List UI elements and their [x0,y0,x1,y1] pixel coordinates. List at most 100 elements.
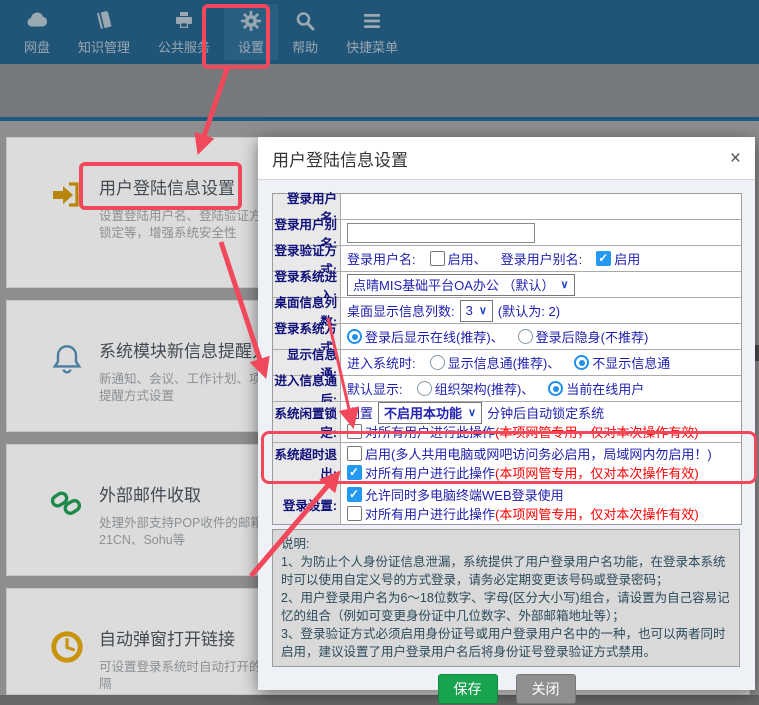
nav-item-help[interactable]: 帮助 [278,4,332,60]
verify-username-checkbox[interactable] [430,251,445,266]
card-desc-line: 设置登陆用户名、登陆验证方式 [99,208,274,225]
nav-label: 知识管理 [78,37,130,56]
visible-online-radio[interactable] [347,329,362,344]
login-apply-all-checkbox[interactable] [347,506,362,521]
nav-label: 设置 [238,37,264,56]
org-structure-radio[interactable] [417,381,432,396]
hide-messenger-radio[interactable] [574,355,589,370]
nav-label: 网盘 [24,37,50,56]
select-value: 点晴MIS基础平台OA办公 （默认） [353,275,555,294]
row-label: 系统超时退出: [273,443,341,483]
idle-minutes-select[interactable]: 不启用本功能 ∨ [378,402,482,424]
idle-apply-all-checkbox[interactable] [347,424,362,439]
printer-icon [172,9,196,33]
nav-item-quick-menu[interactable]: 快捷菜单 [332,4,412,60]
checkbox-label: 对所有用户进行此操作 [365,422,495,441]
checkbox-label: 允许同时多电脑终端WEB登录使用 [365,485,564,504]
card-desc-line: 处理外部支持POP收件的邮箱中 [99,515,275,532]
row-messenger-default: 进入信息通后: 默认显示: 组织架构(推荐)、 当前在线用户 [273,376,741,402]
menu-icon [360,9,384,33]
dialog-title: 用户登陆信息设置 [272,146,408,171]
clock-icon [35,625,99,694]
radio-label: 组织架构(推荐)、 [435,379,535,398]
chevron-down-icon: ∨ [561,278,569,291]
row-label: 进入信息通后: [273,376,341,401]
login-username-value[interactable] [341,194,741,219]
columns-select[interactable]: 3 ∨ [460,300,493,322]
login-settings-form: 登录用户名: 登录用户别名: 登录验证方式: 登录用户名: 启用、 登录用户别名… [272,193,742,525]
verify-alias-checkbox[interactable] [596,251,611,266]
timeout-enable-checkbox[interactable] [347,446,362,461]
screen: 网盘 知识管理 公共服务 设置 帮助 快捷菜单 用户登陆信 [0,0,759,705]
login-alias-input[interactable] [347,223,535,243]
admin-only-note: (本项网管专用，仅对本次操作有效) [495,422,699,441]
prefix-text: 默认显示: [347,379,403,398]
dimmed-toolbar [0,64,759,117]
close-button[interactable]: 关闭 [516,674,576,704]
save-button[interactable]: 保存 [438,674,498,704]
row-idle-lock: 系统闲置锁定: 闲置 不启用本功能 ∨ 分钟后自动锁定系统 对 [273,402,741,443]
entry-system-select[interactable]: 点晴MIS基础平台OA办公 （默认） ∨ [347,274,575,296]
row-verify-mode: 登录验证方式: 登录用户名: 启用、 登录用户别名: 启用 [273,246,741,272]
bell-icon [35,337,99,431]
close-icon[interactable]: × [730,149,741,168]
idle-suffix-text: 分钟后自动锁定系统 [487,403,604,422]
instructions-box: 说明: 1、为防止个人身份证信息泄漏，系统提供了用户登录用户名功能，在登录本系统… [272,529,740,667]
login-arrow-icon [35,174,99,287]
radio-label: 登录后显示在线(推荐)、 [365,327,504,346]
card-desc-line: 21CN、Sohu等 [99,532,275,549]
row-login-alias: 登录用户别名: [273,220,741,246]
idle-text: 闲置 [347,403,373,422]
nav-item-settings[interactable]: 设置 [224,4,278,60]
gear-icon [239,9,263,33]
search-icon [293,9,317,33]
radio-label: 登录后隐身(不推荐) [536,327,649,346]
row-session-timeout: 系统超时退出: 启用(多人共用电脑或网吧访问务必启用，局域网内勿启用！) 对所有… [273,443,741,484]
row-desktop-columns: 桌面信息列数: 桌面显示信息列数: 3 ∨ (默认为: 2) [273,298,741,324]
checkbox-label: 对所有用户进行此操作 [365,463,495,482]
nav-item-knowledge[interactable]: 知识管理 [64,4,144,60]
checkbox-label: 启用(多人共用电脑或网吧访问务必启用，局域网内勿启用！) [365,444,712,463]
row-label: 登录设置: [273,484,341,524]
show-messenger-radio[interactable] [430,355,445,370]
dialog-header: 用户登陆信息设置 × [258,137,755,180]
card-title: 外部邮件收取 [99,481,275,506]
instructions-line: 3、登录验证方式必须启用身份证号或用户登录用户名中的一种，也可以两者同时启用，建… [281,625,731,661]
multi-terminal-checkbox[interactable] [347,487,362,502]
admin-only-note: (本项网管专用，仅对本次操作有效) [495,504,699,523]
nav-item-netdisk[interactable]: 网盘 [10,4,64,60]
radio-label: 显示信息通(推荐)、 [448,353,561,372]
card-title: 系统模块新信息提醒方 [99,337,269,362]
row-label: 系统闲置锁定: [273,402,341,442]
card-title: 自动弹窗打开链接 [99,625,274,650]
row-login-username: 登录用户名: [273,194,741,220]
card-desc-line: 可设置登录系统时自动打开的链 [99,659,274,676]
nav-label: 帮助 [292,37,318,56]
timeout-apply-all-checkbox[interactable] [347,465,362,480]
divider-line [0,117,759,121]
checkbox-label: 启用 [614,249,640,268]
instructions-line: 1、为防止个人身份证信息泄漏，系统提供了用户登录用户名功能，在登录本系统时可以使… [281,553,731,589]
chevron-down-icon: ∨ [479,304,487,317]
invisible-radio[interactable] [518,329,533,344]
card-desc-line: 提醒方式设置 [99,388,269,405]
checkbox-label: 启用、 [448,249,487,268]
card-desc-line: 新通知、会议、工作计划、项 [99,371,269,388]
columns-text: 桌面显示信息列数: [347,301,455,320]
card-desc-line: 锁定等，增强系统安全性 [99,225,274,242]
prefix-text: 进入系统时: [347,353,416,372]
select-value: 不启用本功能 [384,403,462,422]
checkbox-label: 对所有用户进行此操作 [365,504,495,523]
row-login-settings: 登录设置: 允许同时多电脑终端WEB登录使用 对所有用户进行此操作 (本项网管专… [273,484,741,524]
nav-item-public-service[interactable]: 公共服务 [144,4,224,60]
radio-label: 不显示信息通 [592,353,670,372]
radio-label: 当前在线用户 [566,379,644,398]
columns-default-text: (默认为: 2) [498,301,560,320]
top-navbar: 网盘 知识管理 公共服务 设置 帮助 快捷菜单 [0,0,759,64]
nav-label: 公共服务 [158,37,210,56]
nav-label: 快捷菜单 [346,37,398,56]
row-login-visibility: 登录系统方式: 登录后显示在线(推荐)、 登录后隐身(不推荐) [273,324,741,350]
chevron-down-icon: ∨ [468,406,476,419]
card-title: 用户登陆信息设置 [99,174,274,199]
online-users-radio[interactable] [548,381,563,396]
